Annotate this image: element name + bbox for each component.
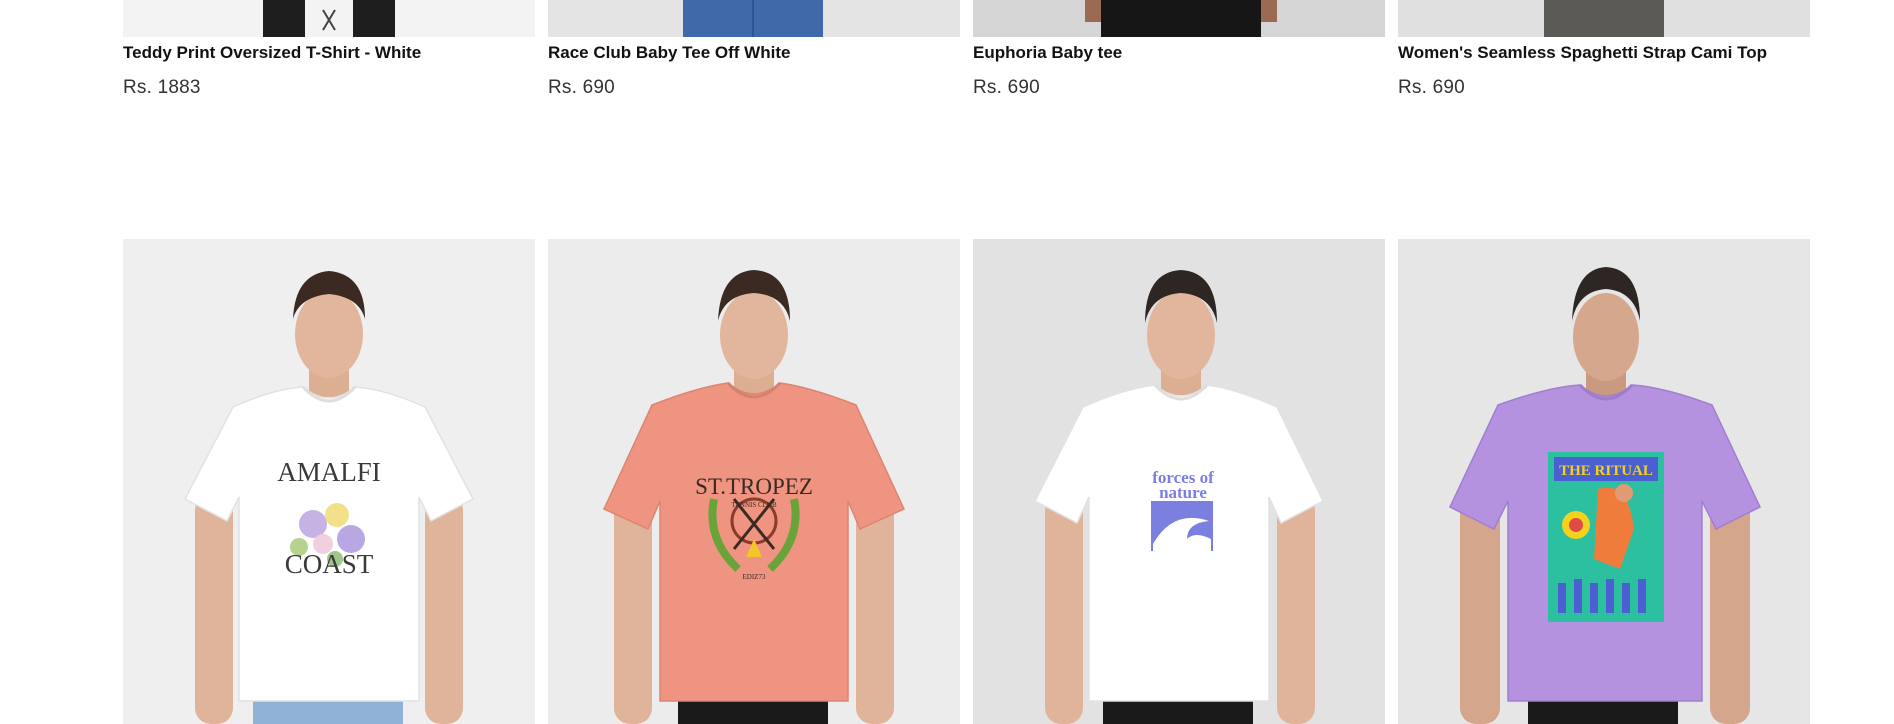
product-card[interactable]: Teddy Print Oversized T-Shirt - White Rs… bbox=[123, 0, 535, 99]
shirt-graphic-text: TENNIS CLUB bbox=[731, 501, 777, 509]
shirt-graphic-text: nature bbox=[1159, 483, 1207, 502]
product-card[interactable]: Women's Seamless Spaghetti Strap Cami To… bbox=[1398, 0, 1810, 99]
product-image[interactable] bbox=[123, 0, 535, 37]
product-grid-row-2: AMALFI COAST ST.TROPEZ TENNIS CLUB EDIZ7… bbox=[123, 239, 1810, 724]
product-title[interactable]: Race Club Baby Tee Off White bbox=[548, 43, 960, 63]
shirt-graphic-text: THE RITUAL bbox=[1559, 463, 1653, 479]
shirt-graphic-text: ST.TROPEZ bbox=[695, 474, 813, 499]
product-image[interactable] bbox=[548, 0, 960, 37]
product-price: Rs. 690 bbox=[1398, 77, 1465, 98]
shirt-graphic-text: COAST bbox=[285, 549, 374, 579]
shirt-graphic-text: EDIZ73 bbox=[743, 573, 766, 581]
product-price: Rs. 1883 bbox=[123, 77, 201, 98]
product-image[interactable]: AMALFI COAST bbox=[123, 239, 535, 724]
product-title[interactable]: Teddy Print Oversized T-Shirt - White bbox=[123, 43, 535, 63]
product-card[interactable]: THE RITUAL bbox=[1398, 239, 1810, 724]
product-grid-row-1: Teddy Print Oversized T-Shirt - White Rs… bbox=[123, 0, 1810, 99]
product-image[interactable]: THE RITUAL bbox=[1398, 239, 1810, 724]
product-card[interactable]: forces of nature bbox=[973, 239, 1385, 724]
product-image[interactable] bbox=[1398, 0, 1810, 37]
product-image[interactable]: forces of nature bbox=[973, 239, 1385, 724]
product-image[interactable]: ST.TROPEZ TENNIS CLUB EDIZ73 bbox=[548, 239, 960, 724]
product-image[interactable] bbox=[973, 0, 1385, 37]
product-card[interactable]: ST.TROPEZ TENNIS CLUB EDIZ73 bbox=[548, 239, 960, 724]
product-card[interactable]: Euphoria Baby tee Rs. 690 bbox=[973, 0, 1385, 99]
product-card[interactable]: Race Club Baby Tee Off White Rs. 690 bbox=[548, 0, 960, 99]
product-card[interactable]: AMALFI COAST bbox=[123, 239, 535, 724]
product-price: Rs. 690 bbox=[973, 77, 1040, 98]
shirt-graphic-text: AMALFI bbox=[277, 457, 381, 487]
product-price: Rs. 690 bbox=[548, 77, 615, 98]
product-title[interactable]: Euphoria Baby tee bbox=[973, 43, 1385, 63]
product-title[interactable]: Women's Seamless Spaghetti Strap Cami To… bbox=[1398, 43, 1810, 63]
